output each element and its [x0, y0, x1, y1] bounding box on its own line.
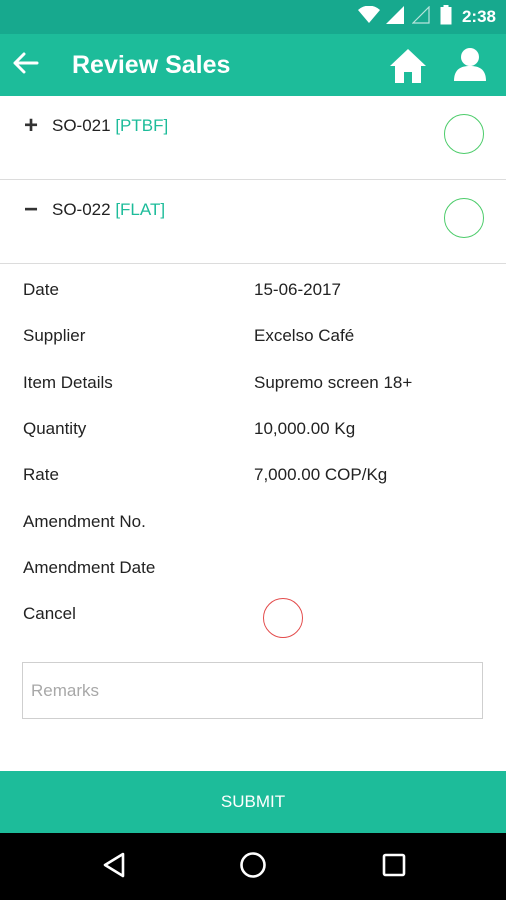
- page-title: Review Sales: [72, 51, 231, 79]
- submit-button[interactable]: SUBMIT: [0, 771, 506, 833]
- approve-circle[interactable]: [444, 114, 484, 154]
- home-button[interactable]: [388, 47, 428, 87]
- home-icon: [388, 49, 428, 89]
- nav-home-button[interactable]: [233, 847, 273, 887]
- detail-value-quantity: 10,000.00 Kg: [254, 419, 356, 438]
- cell-signal-empty-icon: [411, 5, 430, 29]
- cancel-toggle[interactable]: [263, 598, 303, 638]
- detail-label-cancel: Cancel: [23, 604, 76, 623]
- detail-label-quantity: Quantity: [23, 419, 87, 438]
- order-number: SO-021: [52, 116, 111, 135]
- detail-label-supplier: Supplier: [23, 326, 86, 345]
- order-code: SO-022 [FLAT]: [52, 200, 165, 220]
- recents-square-icon: [382, 853, 406, 882]
- order-type: [PTBF]: [115, 116, 169, 135]
- status-bar: 2:38: [0, 0, 506, 34]
- detail-value-date: 15-06-2017: [254, 280, 341, 299]
- collapse-icon[interactable]: −: [21, 198, 41, 222]
- detail-value-rate: 7,000.00 COP/Kg: [254, 465, 388, 484]
- nav-recents-button[interactable]: [374, 847, 414, 887]
- back-button[interactable]: [6, 45, 46, 85]
- detail-value-supplier: Excelso Café: [254, 326, 355, 345]
- order-row-so-022[interactable]: − SO-022 [FLAT]: [0, 180, 506, 264]
- detail-label-item-details: Item Details: [23, 373, 113, 392]
- order-type: [FLAT]: [115, 200, 166, 219]
- detail-label-date: Date: [23, 280, 59, 299]
- remarks-input[interactable]: [22, 662, 483, 719]
- profile-button[interactable]: [452, 47, 490, 87]
- status-icons: 2:38: [357, 0, 506, 34]
- cell-signal-icon: [385, 5, 404, 29]
- detail-value-item-details: Supremo screen 18+: [254, 373, 413, 392]
- app-bar: Review Sales: [0, 34, 506, 96]
- nav-back-button[interactable]: [94, 847, 134, 887]
- detail-label-amendment-date: Amendment Date: [23, 558, 156, 577]
- approve-circle[interactable]: [444, 198, 484, 238]
- order-row-so-021[interactable]: + SO-021 [PTBF]: [0, 96, 506, 180]
- back-triangle-icon: [102, 852, 126, 883]
- status-time: 2:38: [461, 7, 496, 26]
- detail-label-amendment-no: Amendment No.: [23, 512, 146, 531]
- home-circle-icon: [239, 851, 267, 884]
- profile-icon: [452, 48, 488, 85]
- order-number: SO-022: [52, 200, 111, 219]
- system-nav-bar: [0, 833, 506, 900]
- back-arrow-icon: [13, 52, 39, 79]
- battery-icon: [440, 4, 452, 30]
- order-code: SO-021 [PTBF]: [52, 116, 168, 136]
- detail-label-rate: Rate: [23, 465, 59, 484]
- expand-icon[interactable]: +: [21, 114, 41, 138]
- wifi-icon: [357, 5, 380, 29]
